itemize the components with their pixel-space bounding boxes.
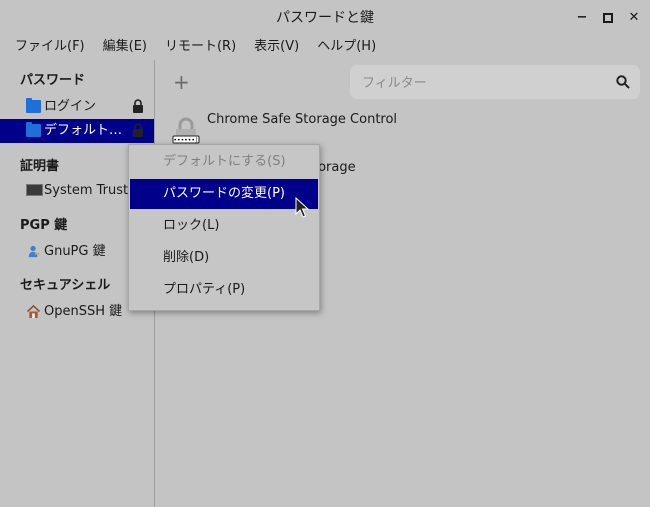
add-button[interactable]: + <box>173 72 190 92</box>
home-icon <box>26 305 41 318</box>
person-key-icon <box>28 245 40 258</box>
window-controls: − ✕ <box>574 0 642 36</box>
password-lock-icon: ••••••| <box>172 117 200 144</box>
folder-icon <box>26 122 41 137</box>
section-heading-ssh: セキュアシェル <box>20 278 111 293</box>
menu-item-properties[interactable]: プロパティ(P) <box>130 275 318 305</box>
section-heading-certificates: 証明書 <box>20 159 60 174</box>
maximize-icon <box>603 13 613 23</box>
section-heading-passwords: パスワード <box>20 73 86 88</box>
menu-edit[interactable]: 編集(E) <box>94 36 156 58</box>
title-bar: パスワードと鍵 − ✕ <box>0 0 650 36</box>
maximize-button[interactable] <box>600 10 616 26</box>
svg-text:••••••|: ••••••| <box>173 137 198 144</box>
menu-item-change-password[interactable]: パスワードの変更(P) <box>130 179 318 209</box>
menu-item-delete[interactable]: 削除(D) <box>130 243 318 273</box>
menu-remote[interactable]: リモート(R) <box>156 36 245 58</box>
filter-input[interactable] <box>360 65 604 101</box>
monitor-icon <box>26 184 43 196</box>
menu-bar: ファイル(F) 編集(E) リモート(R) 表示(V) ヘルプ(H) <box>0 36 650 58</box>
lock-icon <box>133 123 143 137</box>
section-heading-pgp: PGP 鍵 <box>20 218 68 233</box>
menu-view[interactable]: 表示(V) <box>245 36 308 58</box>
mouse-pointer-icon <box>295 197 309 218</box>
sidebar-item-login[interactable]: ログイン <box>0 95 154 119</box>
minimize-button[interactable]: − <box>574 10 590 26</box>
lock-icon <box>133 99 143 113</box>
folder-icon <box>26 98 41 113</box>
close-button[interactable]: ✕ <box>626 10 642 26</box>
menu-file[interactable]: ファイル(F) <box>6 36 94 58</box>
menu-help[interactable]: ヘルプ(H) <box>308 36 385 58</box>
window-title: パスワードと鍵 <box>276 10 374 26</box>
menu-item-lock[interactable]: ロック(L) <box>130 211 318 241</box>
context-menu: デフォルトにする(S) パスワードの変更(P) ロック(L) 削除(D) プロパ… <box>128 144 320 311</box>
search-icon[interactable] <box>616 75 630 89</box>
sidebar-item-default[interactable]: デフォルト… <box>0 119 154 143</box>
filter-box <box>350 65 640 101</box>
item-name: Chrome Safe Storage Control <box>207 112 398 127</box>
menu-item-set-default: デフォルトにする(S) <box>163 154 286 169</box>
